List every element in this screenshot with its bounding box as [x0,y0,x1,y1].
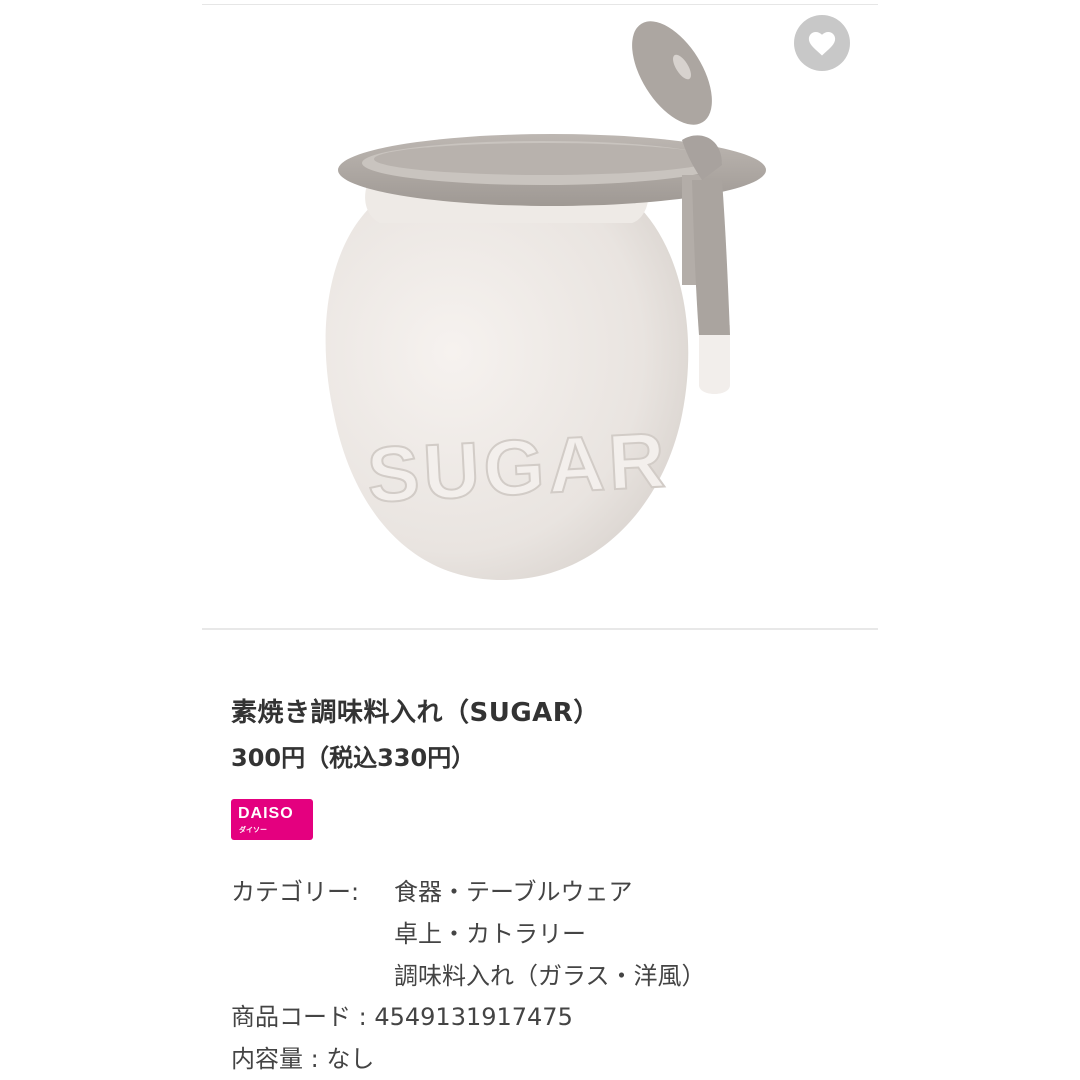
brand-name: DAISO [238,805,294,822]
product-detail-page: SUGAR 素焼き調味料入れ（SUGAR） 300円（税込330円） DAISO… [0,0,1080,1080]
product-image: SUGAR [325,21,766,580]
product-contents: 内容量 : なし [231,1045,375,1073]
favorite-button[interactable] [794,15,850,71]
brand-logo: DAISO ダイソー [231,799,313,840]
product-price: 300円（税込330円） [231,744,476,772]
brand-subname: ダイソー [239,826,267,834]
heart-icon [808,32,836,56]
category-value[interactable]: 調味料入れ（ガラス・洋風） [394,956,706,991]
product-title: 素焼き調味料入れ（SUGAR） [231,698,600,728]
product-code: 商品コード : 4549131917475 [231,1003,573,1031]
category-value[interactable]: 卓上・カトラリー [394,914,586,949]
spoon-handle-tip [699,325,730,394]
spoon-bowl [632,21,712,125]
jar-embossed-text: SUGAR [365,415,671,519]
category-value[interactable]: 食器・テーブルウェア [394,872,633,907]
product-image-area: SUGAR [202,5,878,628]
image-divider [202,628,878,630]
jar-body [325,200,689,580]
category-label: カテゴリー: [231,878,360,906]
